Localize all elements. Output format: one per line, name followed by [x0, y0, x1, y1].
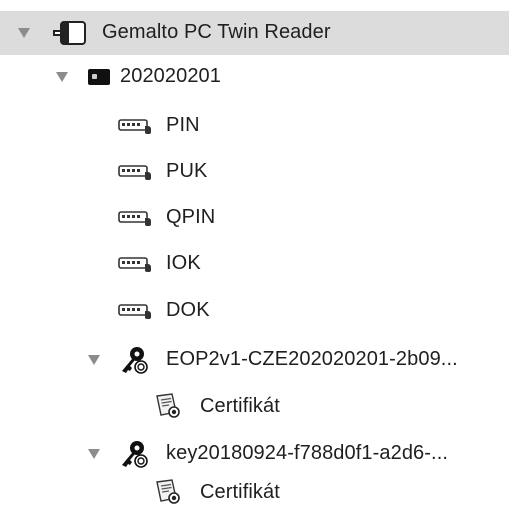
smart-card-icon [88, 69, 110, 85]
tree-row-key[interactable]: EOP2v1-CZE202020201-2b09... [0, 338, 509, 382]
tree-row-pin[interactable]: IOK [0, 242, 509, 286]
disclosure-triangle[interactable] [88, 449, 100, 459]
disclosure-triangle[interactable] [88, 355, 100, 365]
tree-row-label: IOK [166, 252, 201, 274]
tree-row-reader[interactable]: Gemalto PC Twin Reader [0, 11, 509, 55]
tree-row-pin[interactable]: QPIN [0, 196, 509, 240]
pin-key-icon [118, 211, 151, 226]
certificate-icon [156, 479, 180, 504]
tree-row-label: QPIN [166, 206, 216, 228]
tree-row-label: 202020201 [120, 65, 222, 87]
tree-row-certificate[interactable]: Certifikát [0, 385, 509, 429]
tree-row-pin[interactable]: PIN [0, 104, 509, 148]
pin-key-icon [118, 165, 151, 180]
key-pair-icon [122, 347, 148, 374]
tree-row-label: PUK [166, 160, 208, 182]
pin-key-icon [118, 119, 151, 134]
tree-row-label: key20180924-f788d0f1-a2d6-... [166, 442, 449, 464]
tree-row-label: PIN [166, 114, 200, 136]
disclosure-triangle[interactable] [56, 72, 68, 82]
certificate-icon [156, 393, 180, 418]
tree-row-label: Certifikát [200, 481, 280, 503]
tree-row-key[interactable]: key20180924-f788d0f1-a2d6-... [0, 432, 509, 476]
tree-row-pin[interactable]: DOK [0, 289, 509, 333]
tree-row-label: Gemalto PC Twin Reader [102, 21, 331, 43]
tree-row-card[interactable]: 202020201 [0, 55, 509, 99]
key-pair-icon [122, 441, 148, 468]
disclosure-triangle[interactable] [18, 28, 30, 38]
tree-row-label: Certifikát [200, 395, 280, 417]
tree-row-pin[interactable]: PUK [0, 150, 509, 194]
pin-key-icon [118, 257, 151, 272]
tree-row-label: DOK [166, 299, 210, 321]
tree-row-label: EOP2v1-CZE202020201-2b09... [166, 348, 458, 370]
device-tree: Gemalto PC Twin Reader 202020201 PIN PUK [0, 0, 509, 515]
card-reader-icon [53, 21, 86, 45]
pin-key-icon [118, 304, 151, 319]
tree-row-certificate[interactable]: Certifikát [0, 471, 509, 515]
